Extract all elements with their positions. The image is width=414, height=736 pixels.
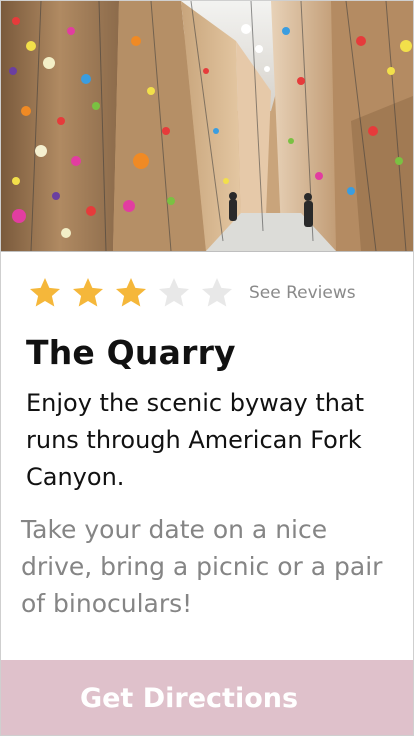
star-icon-3 — [116, 278, 146, 307]
see-reviews-link[interactable]: See Reviews — [249, 283, 356, 303]
hero-photo — [1, 1, 413, 252]
star-icon-2 — [73, 278, 103, 307]
star-icon-1 — [30, 278, 60, 307]
star-icon-5 — [202, 278, 232, 307]
get-directions-button[interactable]: Get Directions — [1, 660, 413, 735]
climbing-wall-image — [1, 1, 413, 251]
place-title: The Quarry — [26, 333, 236, 372]
get-directions-label: Get Directions — [79, 682, 299, 714]
star-rating: See Reviews — [27, 273, 356, 313]
place-subtitle: Enjoy the scenic byway that runs through… — [26, 389, 365, 491]
activity-card: See Reviews The Quarry Enjoy the scenic … — [0, 0, 414, 736]
star-icon-4 — [159, 278, 189, 307]
place-description: Take your date on a nice drive, bring a … — [21, 515, 383, 618]
